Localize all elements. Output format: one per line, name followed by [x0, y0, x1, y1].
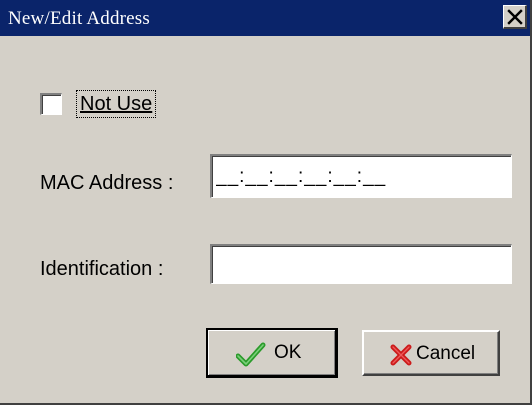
title-bar[interactable]: New/Edit Address	[0, 0, 530, 36]
close-button[interactable]	[503, 5, 527, 29]
new-edit-address-dialog: New/Edit Address Not Use MAC Address : I…	[0, 0, 532, 405]
not-use-checkbox[interactable]	[40, 93, 62, 115]
mac-address-input[interactable]	[210, 154, 512, 198]
checkmark-icon	[236, 342, 266, 367]
ok-button[interactable]: OK	[206, 328, 338, 378]
not-use-label-text: Not Use	[80, 93, 153, 115]
x-icon	[390, 344, 412, 366]
not-use-label[interactable]: Not Use	[76, 90, 157, 118]
cancel-button-label: Cancel	[416, 343, 476, 364]
mac-address-label: MAC Address :	[40, 172, 174, 194]
identification-input[interactable]	[210, 244, 512, 284]
close-icon	[507, 9, 523, 25]
cancel-button[interactable]: Cancel	[362, 330, 500, 376]
identification-label: Identification :	[40, 258, 164, 280]
window-title: New/Edit Address	[8, 8, 150, 29]
ok-button-label: OK	[274, 342, 302, 363]
